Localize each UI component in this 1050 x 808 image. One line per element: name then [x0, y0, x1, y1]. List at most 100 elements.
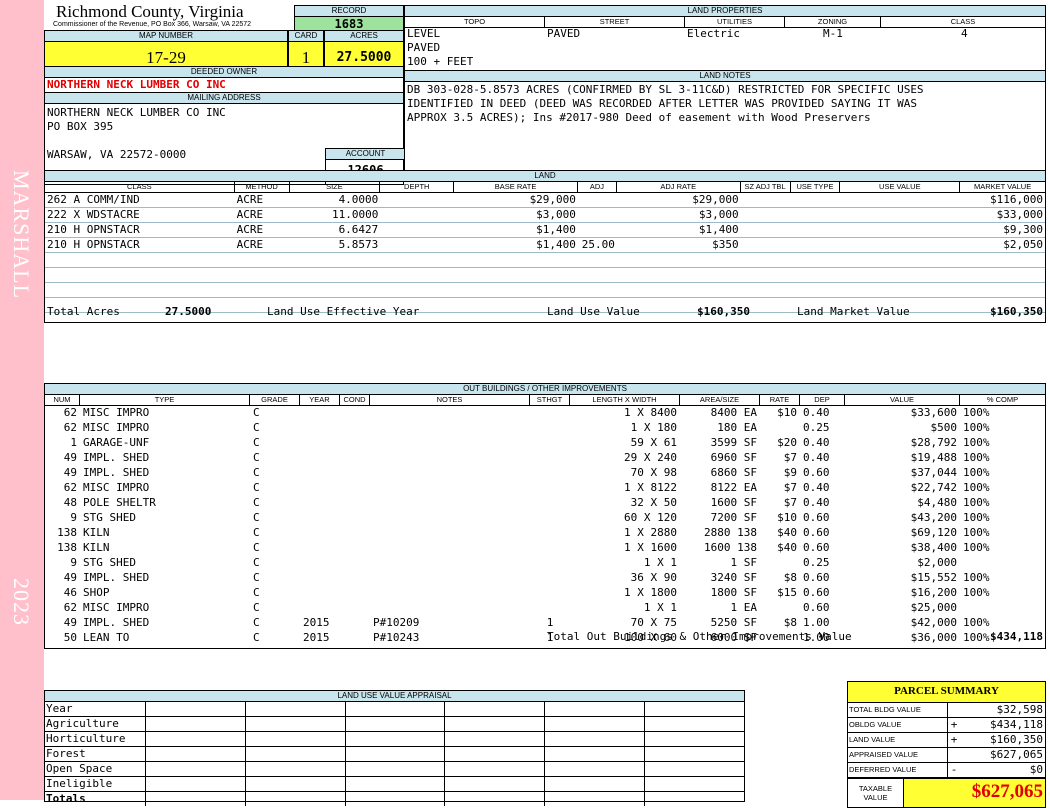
land-notes-title: LAND NOTES: [404, 70, 1046, 82]
parcel-summary-title: PARCEL SUMMARY: [847, 681, 1046, 703]
outbuilding-cell: 5250 SF: [710, 616, 757, 629]
land-cell: ACRE: [236, 208, 264, 221]
land-use-cell: [346, 702, 446, 716]
outbuilding-cell: $16,200: [910, 586, 957, 599]
outbuilding-cell: 0.40: [803, 481, 830, 494]
land-use-cell: [445, 717, 546, 731]
land-col-header: BASE RATE: [454, 182, 578, 192]
land-use-row: Horticulture: [45, 732, 744, 747]
land-row: 222 X WDSTACRE ACRE 11.0000 $3,000 $3,000 $33…: [45, 208, 1045, 223]
outbuilding-cell: [300, 406, 340, 420]
outbuilding-cell: [370, 451, 530, 465]
outbuildings-col-header: RATE: [760, 395, 800, 405]
outbuilding-cell: [300, 436, 340, 450]
land-cell: [380, 253, 454, 267]
land-col-header: SIZE: [290, 182, 381, 192]
outbuilding-cell: 0.60: [803, 601, 830, 614]
land-note-line-3: APPROX 3.5 ACRES); Ins #2017-980 Deed of…: [407, 111, 871, 124]
outbuilding-row: 46 SHOP C 1 X 1800 1800 SF $15 0.60 $16,200 100%: [45, 586, 1045, 601]
summary-label: LAND VALUE: [848, 733, 948, 747]
land-cell: 4.0000: [338, 193, 379, 206]
outbuilding-cell: STG SHED: [83, 511, 136, 524]
land-cell: $3,000: [536, 208, 576, 221]
outbuilding-cell: 1800 SF: [710, 586, 757, 599]
land-use-cell: [346, 762, 446, 776]
land-cell: $2,050: [1003, 238, 1043, 251]
land-cell: [960, 283, 1045, 297]
land-cell: [741, 268, 791, 282]
summary-sign: [948, 748, 960, 762]
outbuilding-cell: STG SHED: [83, 556, 136, 569]
land-cell: $1,400: [698, 223, 739, 236]
summary-row: LAND VALUE + $160,350: [848, 733, 1045, 748]
outbuilding-cell: 29 X 240: [624, 451, 677, 464]
outbuilding-cell: 138: [57, 526, 77, 539]
outbuilding-cell: C: [253, 586, 260, 599]
land-col-header: DEPTH: [380, 182, 455, 192]
outbuilding-cell: [370, 601, 530, 615]
outbuilding-cell: 62: [63, 601, 77, 614]
land-cell: [578, 208, 617, 222]
outbuildings-col-header: GRADE: [250, 395, 300, 405]
land-cell: [235, 268, 290, 282]
land-cell: $29,000: [529, 193, 576, 206]
outbuilding-cell: 1 X 1600: [624, 541, 677, 554]
summary-sign: +: [950, 733, 958, 746]
outbuilding-cell: [300, 526, 340, 540]
outbuilding-cell: MISC IMPRO: [83, 481, 150, 494]
outbuilding-cell: 9: [70, 556, 77, 569]
land-use-cell: [346, 732, 446, 746]
land-cell: [617, 253, 741, 267]
land-use-cell: [346, 717, 446, 731]
outbuilding-row: 9 STG SHED C 1 X 1 1 SF 0.25 $2,000: [45, 556, 1045, 571]
land-row: [45, 253, 1045, 268]
outbuilding-cell: $40: [777, 541, 797, 554]
outbuilding-cell: $28,792: [910, 436, 957, 449]
outbuilding-cell: 1 X 8400: [624, 406, 677, 419]
land-cell: [45, 253, 235, 267]
outbuilding-cell: 48: [63, 496, 77, 509]
land-use-row-label: Horticulture: [45, 732, 146, 746]
outbuilding-cell: [300, 571, 340, 585]
outbuilding-cell: 1600 SF: [710, 496, 757, 509]
outbuilding-row: 62 MISC IMPRO C 1 X 8122 8122 EA $7 0.40 $22,74…: [45, 481, 1045, 496]
outbuilding-cell: $8: [783, 571, 797, 584]
land-use-row: Totals: [45, 792, 744, 806]
outbuilding-cell: 180 EA: [717, 421, 757, 434]
land-cell: [617, 268, 741, 282]
outbuilding-cell: C: [253, 421, 260, 434]
outbuilding-cell: [340, 601, 370, 615]
land-cell: [290, 253, 381, 267]
total-acres-label: Total Acres: [47, 305, 120, 318]
outbuilding-cell: $37,044: [910, 466, 957, 479]
outbuilding-cell: 3240 SF: [710, 571, 757, 584]
outbuilding-cell: [340, 511, 370, 525]
outbuilding-cell: [340, 496, 370, 510]
land-cell: [380, 268, 454, 282]
land-cell: [791, 253, 841, 267]
taxable-label-1: TAXABLE: [858, 784, 893, 793]
land-use-cell: [445, 777, 546, 791]
land-use-row: Ineligible: [45, 777, 744, 792]
zoning-value: M-1: [823, 27, 843, 40]
land-cell: 11.0000: [331, 208, 379, 221]
land-cell: [578, 268, 617, 282]
outbuilding-row: 48 POLE SHELTR C 32 X 50 1600 SF $7 0.40 $4,480…: [45, 496, 1045, 511]
outbuilding-cell: [340, 451, 370, 465]
land-cell: [741, 283, 791, 297]
outbuilding-cell: 0.60: [803, 511, 830, 524]
land-cell: [290, 283, 381, 297]
land-use-row-label: Ineligible: [45, 777, 146, 791]
outbuilding-row: 62 MISC IMPRO C 1 X 8400 8400 EA $10 0.40 $33,6…: [45, 406, 1045, 421]
outbuilding-cell: 62: [63, 406, 77, 419]
outbuilding-cell: 59 X 61: [630, 436, 677, 449]
outbuilding-cell: $22,742: [910, 481, 957, 494]
land-cell: [235, 253, 290, 267]
outbuilding-cell: 100%: [963, 571, 990, 584]
land-use-cell: [346, 747, 446, 761]
land-use-cell: [645, 762, 744, 776]
outbuilding-cell: $9: [783, 466, 797, 479]
outbuilding-row: 62 MISC IMPRO C 1 X 1 1 EA 0.60 $25,000: [45, 601, 1045, 616]
outbuilding-cell: 100%: [963, 436, 990, 449]
taxable-label-2: VALUE: [863, 793, 888, 802]
